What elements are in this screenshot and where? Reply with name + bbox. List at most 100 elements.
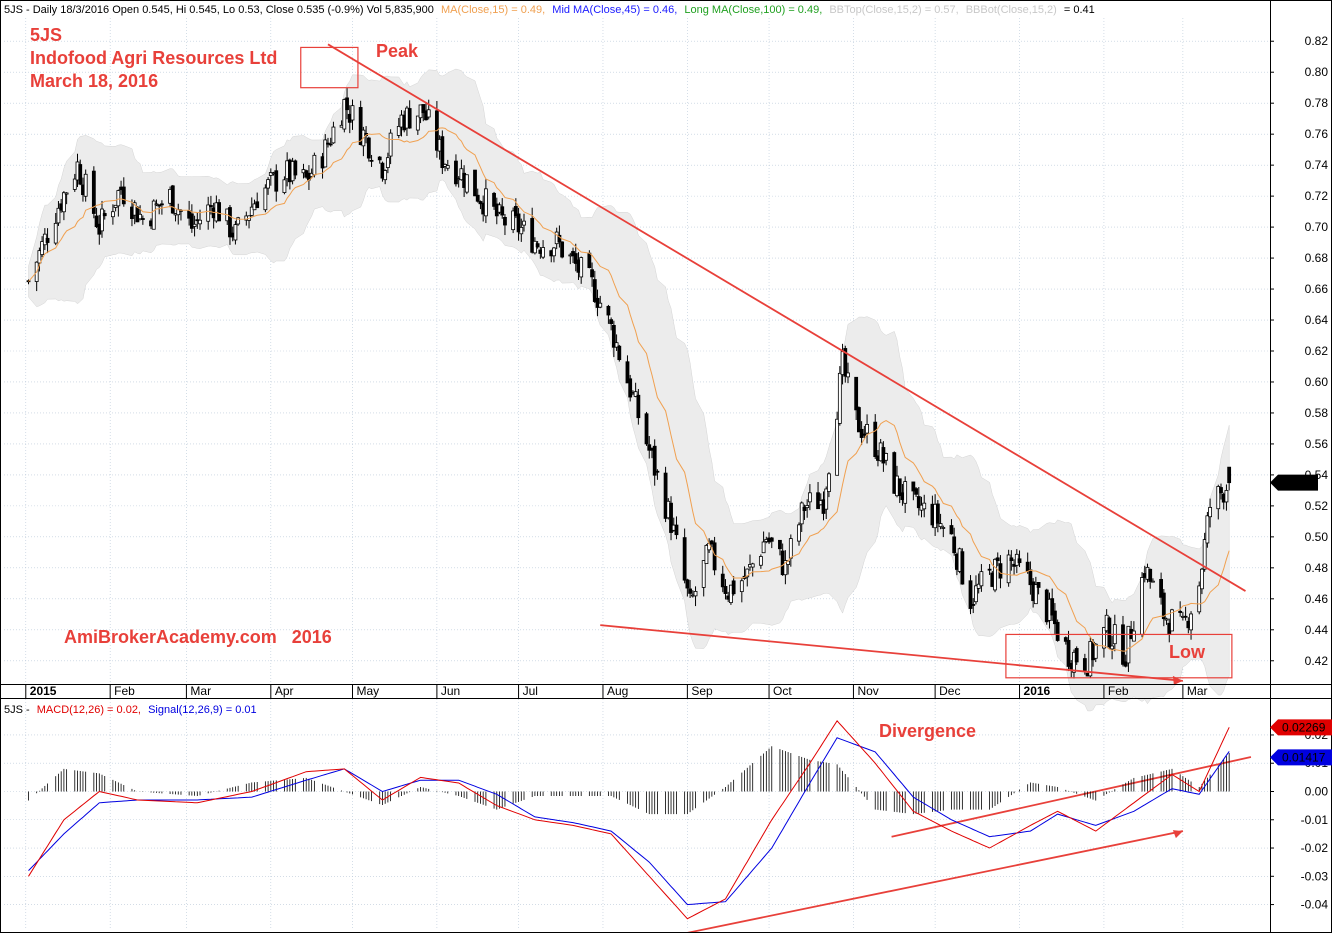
month-label: Dec: [939, 684, 960, 698]
candle-body: [440, 136, 445, 169]
price-tick-label: 0.80: [1305, 65, 1329, 79]
price-tick-label: 0.64: [1305, 313, 1329, 327]
candle-body: [475, 194, 480, 202]
candle-body: [682, 537, 687, 581]
candle-body: [799, 502, 804, 525]
price-candle: [856, 406, 861, 433]
candle-body: [938, 523, 943, 528]
candle-body: [388, 132, 393, 157]
candle-body: [914, 488, 918, 495]
price-candle: [217, 199, 221, 222]
candle-body: [856, 407, 861, 433]
price-candle: [560, 241, 565, 259]
macd-value-label: 0.02269: [1282, 720, 1326, 734]
candle-body: [170, 185, 175, 214]
candle-body: [1066, 639, 1071, 667]
month-label: Jun: [441, 684, 460, 698]
candle-body: [952, 536, 957, 554]
candle-body: [1178, 610, 1183, 613]
signal-value-label: 0.01417: [1282, 750, 1326, 764]
candle-body: [590, 269, 594, 278]
candle-body: [366, 137, 371, 159]
candle-body: [121, 186, 126, 205]
candle-body: [731, 580, 736, 595]
macd-header: 5JS - MACD(12,26) = 0.02, Signal(12,26,9…: [4, 704, 257, 716]
candle-body: [1036, 582, 1041, 588]
company-annotation: Indofood Agri Resources Ltd: [30, 48, 277, 68]
candle-body: [78, 164, 83, 185]
price-header: 5JS - Daily 18/3/2016 Open 0.545, Hi 0.5…: [4, 4, 1095, 16]
candle-body: [685, 579, 690, 589]
price-tick-label: 0.66: [1305, 282, 1329, 296]
candle-body: [644, 413, 649, 445]
candle-body: [519, 227, 524, 235]
price-candle: [617, 344, 622, 362]
month-label: 2016: [1024, 684, 1051, 698]
candle-body: [1219, 487, 1223, 494]
watermark: AmiBrokerAcademy.com 2016: [64, 627, 332, 647]
candle-body: [1055, 621, 1060, 641]
candle-body: [83, 173, 88, 197]
month-label: Jul: [523, 684, 538, 698]
candle-body: [111, 211, 115, 218]
candle-body: [995, 557, 1000, 562]
candle-body: [998, 563, 1003, 579]
month-label: Aug: [607, 684, 628, 698]
candle-body: [1053, 610, 1057, 625]
candle-body: [1202, 539, 1207, 570]
candle-body: [941, 527, 946, 529]
candle-body: [140, 218, 145, 220]
candle-body: [846, 372, 850, 378]
peak-label: Peak: [376, 41, 419, 61]
candle-body: [1131, 630, 1136, 642]
candle-body: [1200, 568, 1204, 590]
candle-body: [758, 556, 763, 566]
candle-body: [263, 187, 268, 211]
candle-body: [854, 376, 859, 411]
candle-body: [552, 247, 556, 257]
candle-body: [769, 537, 774, 542]
candle-body: [788, 538, 793, 559]
month-label: Nov: [857, 684, 878, 698]
upper-divergence-trendline: [891, 756, 1252, 838]
candle-body: [805, 505, 810, 509]
candle-body: [1110, 645, 1114, 650]
candle-body: [701, 560, 706, 588]
candle-body: [233, 224, 238, 241]
candle-body: [693, 591, 698, 597]
candle-body: [1107, 617, 1112, 648]
candle-body: [617, 345, 622, 361]
candle-body: [483, 188, 488, 217]
price-candle: [170, 184, 175, 214]
candle-body: [255, 201, 260, 209]
candle-body: [100, 208, 104, 232]
ticker-annotation: 5JS: [30, 25, 62, 45]
price-candle: [960, 548, 965, 585]
signal-line: [28, 737, 1230, 906]
candle-body: [1197, 585, 1202, 613]
candle-body: [971, 604, 976, 606]
macd-tick-label: -0.03: [1301, 869, 1329, 883]
candle-body: [865, 424, 869, 434]
candle-body: [445, 165, 450, 169]
date-annotation: March 18, 2016: [30, 71, 158, 91]
price-candle: [1107, 616, 1112, 649]
candle-body: [987, 568, 992, 571]
price-candle: [1140, 572, 1144, 638]
stock-chart: 0.82 0.80 0.78 0.76 0.74 0.72 0.70 0.68 0.66 0.64…: [0, 0, 1332, 933]
candle-body: [282, 179, 287, 193]
price-candle: [644, 411, 649, 446]
candle-body: [827, 473, 831, 492]
candle-body: [1074, 648, 1079, 663]
candle-body: [720, 573, 725, 588]
candle-body: [385, 157, 390, 168]
month-label: Feb: [1108, 684, 1129, 698]
candle-body: [1017, 558, 1022, 564]
candle-body: [1164, 618, 1169, 621]
candle-body: [541, 247, 545, 258]
candle-body: [61, 192, 66, 213]
candle-body: [192, 223, 197, 227]
price-tick-label: 0.56: [1305, 437, 1329, 451]
candle-body: [266, 179, 270, 189]
price-tick-label: 0.50: [1305, 530, 1329, 544]
